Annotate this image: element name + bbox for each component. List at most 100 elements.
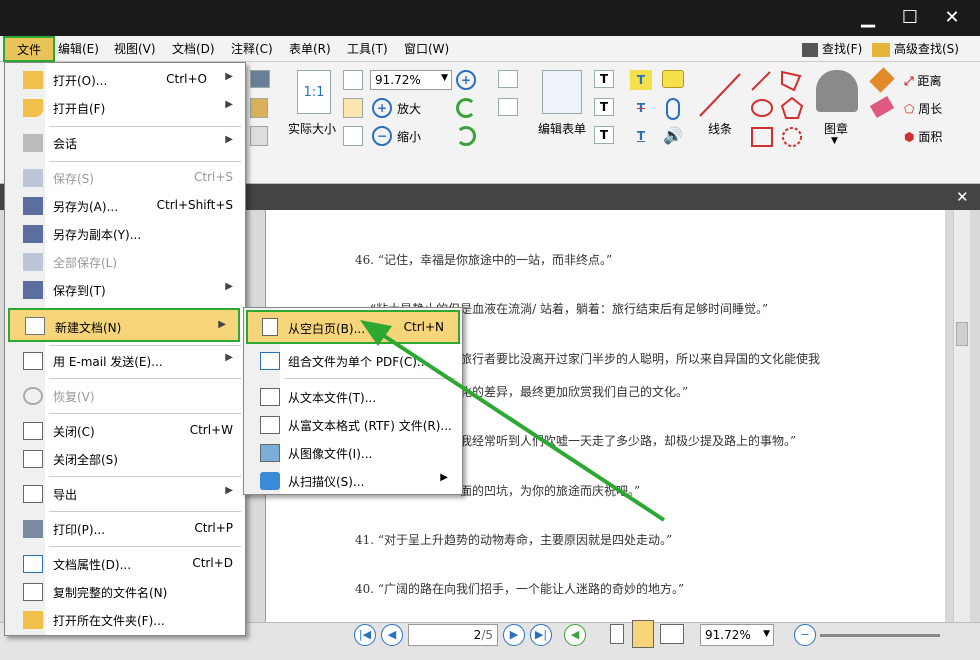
- facing-page-icon[interactable]: [660, 624, 684, 644]
- close-all-icon: [23, 450, 43, 468]
- line-tool-icon[interactable]: [696, 70, 744, 120]
- shape-tools-icon[interactable]: [748, 68, 808, 150]
- zoom-in-label[interactable]: 放大: [397, 100, 421, 117]
- menu-item-save-to[interactable]: 保存到(T) ▶: [5, 277, 245, 303]
- menu-separator: [49, 126, 241, 127]
- underline-icon[interactable]: T: [630, 126, 652, 146]
- vertical-scrollbar[interactable]: [953, 210, 970, 622]
- menu-item-open-folder[interactable]: 打开所在文件夹(F)...: [5, 607, 245, 633]
- menu-item-from-blank[interactable]: 从空白页(B)... Ctrl+N: [246, 310, 460, 344]
- distance-tool[interactable]: ⤢ 距离: [904, 72, 941, 89]
- pencil-icon[interactable]: [869, 67, 895, 93]
- zoom-status-select[interactable]: 91.72% ▼: [700, 624, 774, 646]
- menu-item-session[interactable]: 会话 ▶: [5, 130, 245, 156]
- select-tool-icon[interactable]: [250, 126, 268, 146]
- menu-document[interactable]: 文档(D): [172, 40, 215, 57]
- fit-visible-icon[interactable]: [343, 126, 363, 146]
- stamp-icon[interactable]: [816, 70, 858, 112]
- menu-item-revert[interactable]: 恢复(V): [5, 383, 245, 409]
- distance-icon: ⤢: [904, 74, 914, 88]
- continuous-page-icon[interactable]: [632, 620, 654, 648]
- copy-filename-icon: [23, 583, 43, 601]
- rotate-right-icon[interactable]: [456, 126, 476, 146]
- menu-comment[interactable]: 注释(C): [231, 40, 273, 57]
- edit-form-label[interactable]: 编辑表单: [538, 120, 586, 137]
- rotate-left-icon[interactable]: [456, 98, 476, 118]
- zoom-out-label[interactable]: 缩小: [397, 128, 421, 145]
- next-page-button[interactable]: ▶: [503, 624, 525, 646]
- menu-tools[interactable]: 工具(T): [347, 40, 388, 57]
- zoom-out-button[interactable]: −: [372, 126, 392, 146]
- total-pages: /5: [481, 628, 493, 642]
- menu-item-open[interactable]: 打开(O)... Ctrl+O ▶: [5, 67, 245, 93]
- text-box-icon[interactable]: T: [594, 70, 614, 88]
- menu-form[interactable]: 表单(R): [289, 40, 331, 57]
- back-view-button[interactable]: ◀: [564, 624, 586, 646]
- last-page-button[interactable]: ▶|: [530, 624, 552, 646]
- zoom-slider[interactable]: [820, 634, 940, 637]
- menu-item-close-all[interactable]: 关闭全部(S): [5, 446, 245, 472]
- eraser-icon[interactable]: [869, 95, 895, 119]
- form-field-icon[interactable]: [498, 70, 518, 88]
- close-tab-icon[interactable]: ✕: [956, 188, 969, 206]
- typewriter-icon[interactable]: T: [630, 70, 652, 90]
- menu-item-from-rtf[interactable]: 从富文本格式 (RTF) 文件(R)...: [244, 412, 462, 438]
- chevron-down-icon[interactable]: ▼: [831, 136, 838, 146]
- close-window-button[interactable]: ✕: [939, 6, 965, 30]
- area-icon: ⬢: [904, 130, 915, 144]
- email-icon: [23, 352, 43, 370]
- menu-file[interactable]: 文件: [3, 36, 56, 62]
- text-callout-icon[interactable]: T: [594, 126, 614, 144]
- menu-item-save-copy[interactable]: 另存为副本(Y)...: [5, 221, 245, 247]
- find-button[interactable]: 查找(F): [802, 40, 862, 57]
- text-field-icon[interactable]: T: [594, 98, 614, 116]
- stamp-label[interactable]: 图章: [824, 120, 848, 137]
- advanced-find-button[interactable]: 高级查找(S): [872, 40, 959, 57]
- menu-window[interactable]: 窗口(W): [404, 40, 449, 57]
- menu-item-new-document[interactable]: 新建文档(N) ▶: [8, 308, 240, 342]
- actual-size-icon[interactable]: 1:1: [297, 70, 331, 114]
- menu-item-properties[interactable]: 文档属性(D)... Ctrl+D: [5, 551, 245, 577]
- page-number-input[interactable]: 2/5: [408, 624, 498, 646]
- strikeout-icon[interactable]: T: [630, 98, 652, 118]
- fit-page-icon[interactable]: [343, 70, 363, 90]
- line-label[interactable]: 线条: [708, 120, 732, 137]
- maximize-button[interactable]: ☐: [897, 6, 923, 30]
- zoom-select[interactable]: 91.72% ▼: [370, 70, 452, 90]
- menu-item-from-text[interactable]: 从文本文件(T)...: [244, 384, 462, 410]
- first-page-button[interactable]: |◀: [354, 624, 376, 646]
- menu-item-email[interactable]: 用 E-mail 发送(E)... ▶: [5, 348, 245, 374]
- scroll-thumb[interactable]: [956, 322, 968, 346]
- perimeter-tool[interactable]: ⬠ 周长: [904, 100, 942, 117]
- menu-item-save[interactable]: 保存(S) Ctrl+S: [5, 165, 245, 191]
- zoom-in-button[interactable]: +: [372, 98, 392, 118]
- menu-item-close[interactable]: 关闭(C) Ctrl+W: [5, 418, 245, 444]
- edit-form-icon[interactable]: [542, 70, 582, 114]
- menu-item-export[interactable]: 导出 ▶: [5, 481, 245, 507]
- camera-icon[interactable]: [250, 70, 270, 88]
- menu-item-combine-files[interactable]: 组合文件为单个 PDF(C)...: [244, 348, 462, 374]
- menu-item-save-all[interactable]: 全部保存(L): [5, 249, 245, 275]
- menu-item-print[interactable]: 打印(P)... Ctrl+P: [5, 516, 245, 542]
- clipboard-icon[interactable]: [250, 98, 268, 118]
- single-page-icon[interactable]: [610, 624, 624, 644]
- menu-item-open-from[interactable]: 打开自(F) ▶: [5, 95, 245, 121]
- menu-item-save-as[interactable]: 另存为(A)... Ctrl+Shift+S: [5, 193, 245, 219]
- actual-size-label[interactable]: 实际大小: [288, 120, 336, 137]
- area-tool[interactable]: ⬢ 面积: [904, 128, 942, 145]
- menu-item-from-scanner[interactable]: 从扫描仪(S)... ▶: [244, 468, 462, 494]
- sound-icon[interactable]: 🔊: [662, 126, 684, 146]
- menu-edit[interactable]: 编辑(E): [58, 40, 99, 57]
- note-icon[interactable]: [662, 70, 684, 88]
- attachment-icon[interactable]: [666, 98, 680, 120]
- menu-item-from-image[interactable]: 从图像文件(I)...: [244, 440, 462, 466]
- form-list-icon[interactable]: [498, 98, 518, 116]
- minimize-button[interactable]: ▁: [855, 6, 881, 30]
- doc-line: 我经常听到人们吹嘘一天走了多少路，却极少提及路上的事物。”: [460, 434, 797, 448]
- prev-page-button[interactable]: ◀: [381, 624, 403, 646]
- zoom-in-icon[interactable]: +: [456, 70, 476, 90]
- fit-width-icon[interactable]: [343, 98, 363, 118]
- menu-item-copy-filename[interactable]: 复制完整的文件名(N): [5, 579, 245, 605]
- menu-view[interactable]: 视图(V): [114, 40, 156, 57]
- zoom-out-status-button[interactable]: −: [794, 624, 816, 646]
